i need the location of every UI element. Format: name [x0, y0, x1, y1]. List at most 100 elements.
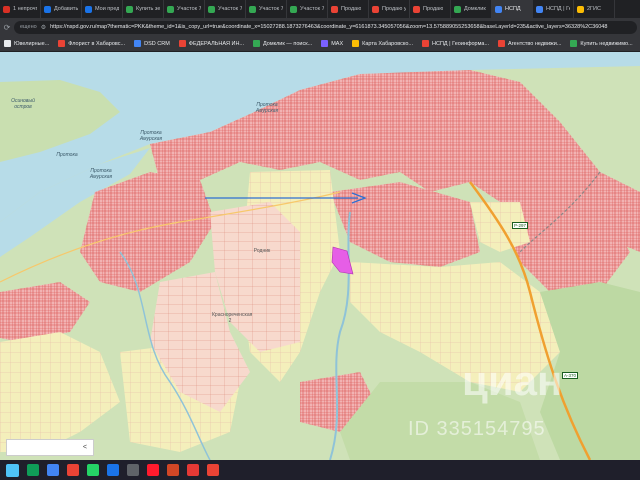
bookmark-item[interactable]: НСПД | Геоинформа...: [422, 40, 489, 47]
tab-favicon-icon: [454, 5, 461, 13]
tab-favicon-icon: [85, 5, 92, 13]
bookmark-favicon-icon: [321, 40, 329, 47]
tab-label: НСПД | Ге: [546, 6, 570, 12]
bookmark-item[interactable]: Флорист в Хабаровс...: [58, 40, 125, 47]
powerpoint-icon[interactable]: [167, 464, 179, 476]
bookmark-item[interactable]: DSD CRM: [134, 40, 170, 47]
bookmark-item[interactable]: Купить недвижимо...: [570, 40, 633, 47]
site-info-icon[interactable]: ⚙: [41, 24, 46, 31]
reload-icon[interactable]: ⟳: [3, 23, 11, 32]
bookmark-item[interactable]: Карта Хабаровско...: [352, 40, 413, 47]
edge-icon[interactable]: [27, 464, 39, 476]
browser-tab[interactable]: Участок 7: [287, 0, 328, 18]
tab-favicon-icon: [3, 5, 10, 13]
url-text: https://nspd.gov.ru/map?thematic=PKK&the…: [50, 24, 608, 30]
label-strait-2: Протока Амурская: [255, 102, 279, 114]
bookmark-label: Карта Хабаровско...: [362, 40, 414, 47]
tab-favicon-icon: [126, 5, 133, 13]
browser-tab[interactable]: Добавить: [41, 0, 82, 18]
label-south-area: Краснореченская 2: [212, 312, 253, 324]
file-explorer-icon[interactable]: [47, 464, 59, 476]
collapse-icon[interactable]: <: [83, 444, 87, 451]
road-shield-r297: Р-297: [512, 222, 529, 229]
bookmark-label: Ювелирные...: [14, 40, 50, 47]
tab-favicon-icon: [413, 5, 420, 13]
bookmark-item[interactable]: ФЕДЕРАЛЬНАЯ ИН...: [178, 40, 244, 47]
tab-label: Продаю у: [382, 6, 406, 12]
tab-label: Купить зе: [136, 6, 160, 12]
browser-tab[interactable]: 1 непрочт: [0, 0, 41, 18]
taskbar: [0, 460, 640, 480]
tab-favicon-icon: [495, 5, 502, 13]
tab-favicon-icon: [290, 5, 297, 13]
bookmark-favicon-icon: [134, 40, 142, 47]
tab-favicon-icon: [331, 5, 338, 13]
tab-favicon-icon: [577, 5, 584, 13]
browser-tab[interactable]: Купить зе: [123, 0, 164, 18]
watermark-brand: циан: [462, 357, 563, 404]
label-strait-3: Протока Амурская: [89, 168, 113, 180]
tab-label: Продаю: [423, 6, 444, 12]
tab-favicon-icon: [536, 5, 543, 13]
browser-tab[interactable]: 2ГИС: [574, 0, 615, 18]
browser-tab[interactable]: Участок 7: [246, 0, 287, 18]
url-prefix: ещено: [20, 24, 37, 30]
bookmark-label: Домклик — поиск...: [263, 40, 313, 47]
label-strait-1: Протока Амурская: [139, 130, 163, 142]
browser-tab[interactable]: Участок 7: [164, 0, 205, 18]
tab-label: НСПД: [505, 6, 521, 12]
chrome-icon[interactable]: [67, 464, 79, 476]
bookmark-label: Флорист в Хабаровс...: [68, 40, 126, 47]
tab-label: Участок 7: [300, 6, 324, 12]
browser-tab[interactable]: Продаю у: [369, 0, 410, 18]
address-bar: ⟳ ещено ⚙ https://nspd.gov.ru/map?themat…: [0, 18, 640, 36]
tab-label: Участок 7: [218, 6, 242, 12]
tab-label: Участок 7: [177, 6, 201, 12]
map-control-box[interactable]: <: [6, 439, 94, 456]
browser-tab[interactable]: Продаю: [410, 0, 451, 18]
chrome-profile-icon[interactable]: [207, 464, 219, 476]
bookmark-label: MAX: [331, 40, 344, 47]
bookmarks-bar: Ювелирные... Флорист в Хабаровс... DSD CRM…: [0, 36, 640, 52]
mail-icon[interactable]: [107, 464, 119, 476]
tab-label: 1 непрочт: [13, 6, 37, 12]
bookmark-label: ФЕДЕРАЛЬНАЯ ИН...: [188, 40, 244, 47]
tab-label: Продаю: [341, 6, 362, 12]
label-river: Протока: [56, 152, 78, 158]
url-input[interactable]: ещено ⚙ https://nspd.gov.ru/map?thematic…: [14, 20, 637, 34]
tab-label: Домклик: [464, 6, 486, 12]
bookmark-item[interactable]: MAX: [321, 40, 343, 47]
pdf-icon[interactable]: [187, 464, 199, 476]
opera-icon[interactable]: [147, 464, 159, 476]
map-canvas[interactable]: Осиновый остров Протока Амурская Протока…: [0, 52, 640, 460]
tab-favicon-icon: [44, 5, 51, 13]
tab-favicon-icon: [208, 5, 215, 13]
bookmark-favicon-icon: [498, 40, 506, 47]
bookmark-label: НСПД | Геоинформа...: [432, 40, 490, 47]
label-island: Осиновый остров: [11, 98, 35, 110]
bookmark-favicon-icon: [570, 40, 578, 47]
tab-strip: 1 непрочт Добавить Мои пред Купить зе Участо…: [0, 0, 640, 18]
bookmark-item[interactable]: Домклик — поиск...: [253, 40, 312, 47]
tab-favicon-icon: [249, 5, 256, 13]
whatsapp-icon[interactable]: [87, 464, 99, 476]
browser-tab[interactable]: Участок 7: [205, 0, 246, 18]
road-shield-a370: А-370: [562, 372, 579, 379]
browser-tab[interactable]: НСПД | Ге: [533, 0, 574, 18]
tab-favicon-icon: [372, 5, 379, 13]
bookmark-favicon-icon: [4, 40, 11, 47]
browser-tab[interactable]: Домклик: [451, 0, 492, 18]
browser-tab[interactable]: Мои пред: [82, 0, 123, 18]
bookmark-favicon-icon: [422, 40, 430, 47]
bookmark-favicon-icon: [253, 40, 260, 47]
bookmark-favicon-icon: [352, 40, 360, 47]
tab-label: Мои пред: [95, 6, 119, 12]
browser-tab[interactable]: НСПД: [492, 0, 533, 18]
messenger-icon[interactable]: [127, 464, 139, 476]
browser-tab[interactable]: Продаю: [328, 0, 369, 18]
bookmark-favicon-icon: [58, 40, 66, 47]
bookmark-item[interactable]: Агентство недвижи...: [498, 40, 561, 47]
windows-start-icon[interactable]: [6, 463, 19, 477]
bookmark-item[interactable]: Ювелирные...: [4, 40, 49, 47]
watermark-id: ID 335154795: [408, 418, 546, 440]
